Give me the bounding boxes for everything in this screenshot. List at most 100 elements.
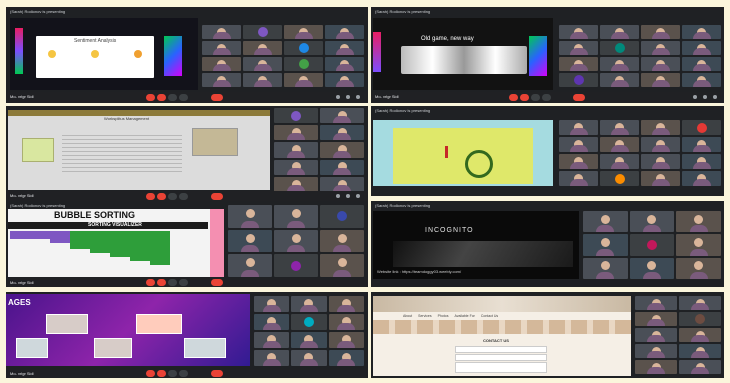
participant-tile[interactable] <box>284 41 323 55</box>
participant-tile[interactable] <box>641 73 680 87</box>
participant-tile[interactable] <box>284 57 323 71</box>
chat-icon[interactable] <box>356 95 360 99</box>
participant-tile[interactable] <box>676 211 721 233</box>
participant-tile[interactable] <box>600 120 639 135</box>
participant-tile[interactable] <box>254 332 290 348</box>
participant-tile[interactable] <box>559 137 598 152</box>
participant-tile[interactable] <box>325 25 364 39</box>
participant-tile[interactable] <box>600 73 639 87</box>
participant-tile[interactable] <box>328 296 364 312</box>
captions-button[interactable] <box>168 279 177 286</box>
chat-icon[interactable] <box>713 95 717 99</box>
participant-tile[interactable] <box>320 205 364 228</box>
participant-tile[interactable] <box>284 25 323 39</box>
present-button[interactable] <box>542 94 551 101</box>
participant-tile[interactable] <box>641 41 680 55</box>
participant-tile[interactable] <box>635 344 677 358</box>
participant-tile[interactable] <box>254 350 290 366</box>
participant-tile[interactable] <box>635 360 677 374</box>
participant-tile[interactable] <box>202 25 241 39</box>
participant-tile[interactable] <box>274 229 318 253</box>
present-button[interactable] <box>179 193 188 200</box>
participant-tile[interactable] <box>228 229 272 253</box>
mic-button[interactable] <box>509 94 518 101</box>
participant-tile[interactable] <box>274 205 318 228</box>
participant-tile[interactable] <box>243 41 282 55</box>
participant-tile[interactable] <box>320 125 364 141</box>
message-field[interactable] <box>455 362 547 373</box>
participant-tile[interactable] <box>600 41 639 55</box>
participant-tile[interactable] <box>559 25 598 39</box>
camera-button[interactable] <box>157 279 166 286</box>
participant-tile[interactable] <box>682 154 721 169</box>
participant-tile[interactable] <box>284 73 323 87</box>
mic-button[interactable] <box>146 279 155 286</box>
participant-tile[interactable] <box>291 350 327 366</box>
present-button[interactable] <box>179 94 188 101</box>
participant-tile[interactable] <box>600 137 639 152</box>
camera-button[interactable] <box>157 370 166 377</box>
participant-tile[interactable] <box>679 312 721 326</box>
participant-tile[interactable] <box>228 254 272 277</box>
participant-tile[interactable] <box>682 57 721 71</box>
participant-tile[interactable] <box>679 328 721 342</box>
participant-tile[interactable] <box>600 25 639 39</box>
participant-tile[interactable] <box>291 332 327 348</box>
end-call-button[interactable] <box>573 94 585 101</box>
captions-button[interactable] <box>531 94 540 101</box>
participant-tile[interactable] <box>629 211 675 233</box>
people-icon[interactable] <box>703 95 707 99</box>
mic-button[interactable] <box>146 94 155 101</box>
participant-tile[interactable] <box>228 205 272 228</box>
people-icon[interactable] <box>346 95 350 99</box>
mic-button[interactable] <box>146 193 155 200</box>
website-link[interactable]: Website link : https://teamdoggy03.weebl… <box>377 269 461 274</box>
participant-tile[interactable] <box>641 25 680 39</box>
participant-tile[interactable] <box>202 57 241 71</box>
nav-available-for[interactable]: Available For <box>454 314 474 318</box>
info-icon[interactable] <box>336 95 340 99</box>
nav-contact-us[interactable]: Contact Us <box>481 314 498 318</box>
participant-tile[interactable] <box>559 41 598 55</box>
participant-tile[interactable] <box>682 137 721 152</box>
participant-tile[interactable] <box>274 176 318 192</box>
participant-tile[interactable] <box>635 312 677 326</box>
captions-button[interactable] <box>168 193 177 200</box>
participant-tile[interactable] <box>682 171 721 186</box>
participant-tile[interactable] <box>320 254 364 277</box>
participant-tile[interactable] <box>254 314 290 330</box>
participant-tile[interactable] <box>641 137 680 152</box>
nav-photos[interactable]: Photos <box>438 314 449 318</box>
participant-tile[interactable] <box>679 344 721 358</box>
participant-tile[interactable] <box>274 108 318 124</box>
participant-tile[interactable] <box>243 25 282 39</box>
participant-tile[interactable] <box>600 154 639 169</box>
participant-tile[interactable] <box>243 73 282 87</box>
present-button[interactable] <box>179 279 188 286</box>
participant-tile[interactable] <box>629 234 675 256</box>
participant-tile[interactable] <box>328 332 364 348</box>
chat-icon[interactable] <box>356 194 360 198</box>
participant-tile[interactable] <box>320 159 364 175</box>
participant-tile[interactable] <box>202 41 241 55</box>
participant-tile[interactable] <box>641 57 680 71</box>
participant-tile[interactable] <box>682 73 721 87</box>
end-call-button[interactable] <box>211 279 223 286</box>
participant-tile[interactable] <box>320 108 364 124</box>
participant-tile[interactable] <box>682 25 721 39</box>
mic-button[interactable] <box>146 370 155 377</box>
participant-tile[interactable] <box>320 142 364 158</box>
participant-tile[interactable] <box>243 57 282 71</box>
participant-tile[interactable] <box>559 154 598 169</box>
nav-about[interactable]: About <box>403 314 412 318</box>
captions-button[interactable] <box>168 370 177 377</box>
people-icon[interactable] <box>346 194 350 198</box>
participant-tile[interactable] <box>291 314 327 330</box>
participant-tile[interactable] <box>679 360 721 374</box>
present-button[interactable] <box>179 370 188 377</box>
camera-button[interactable] <box>157 193 166 200</box>
participant-tile[interactable] <box>274 142 318 158</box>
participant-tile[interactable] <box>328 314 364 330</box>
participant-tile[interactable] <box>682 120 721 135</box>
captions-button[interactable] <box>168 94 177 101</box>
